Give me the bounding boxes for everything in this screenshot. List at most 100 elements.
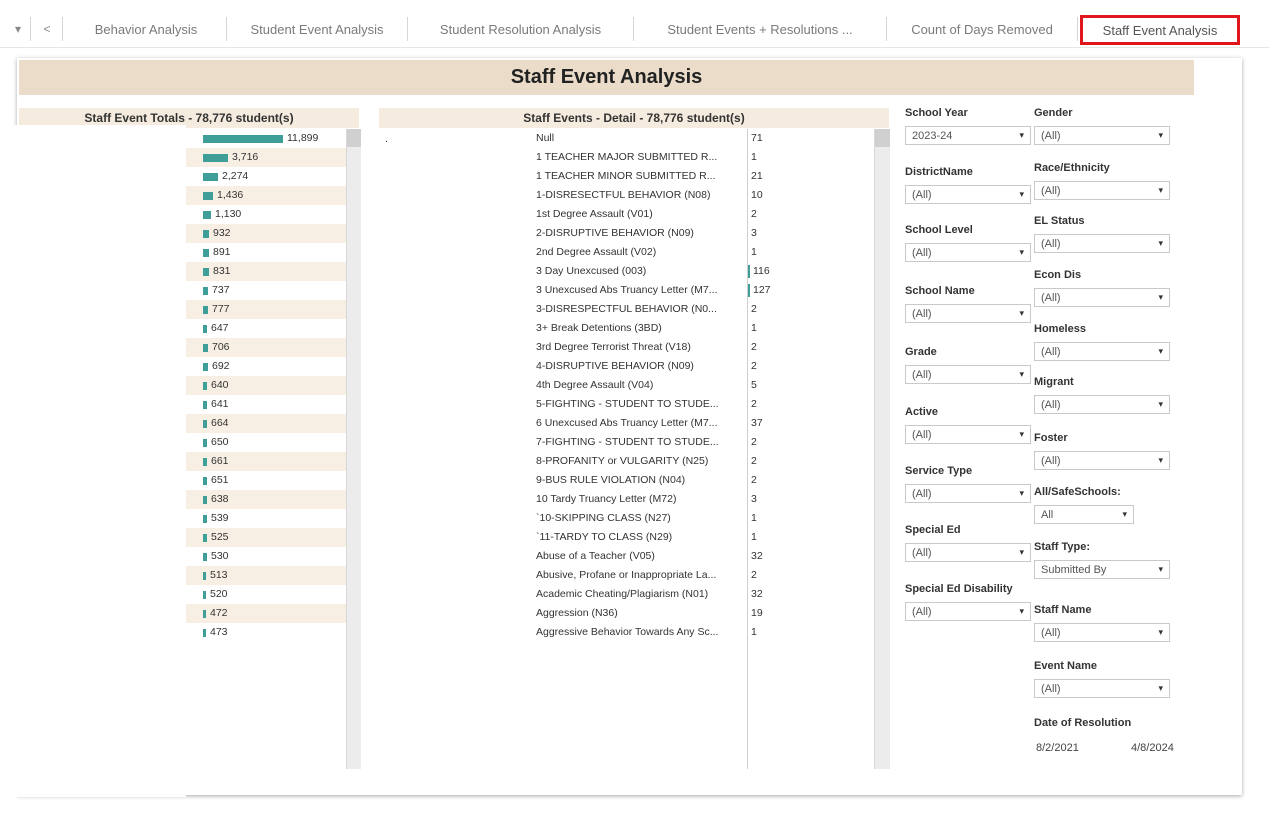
detail-row[interactable]: 4-DISRUPTIVE BEHAVIOR (N09) 2: [379, 357, 874, 376]
totals-scrollbar[interactable]: [346, 129, 361, 769]
detail-row[interactable]: 3rd Degree Terrorist Threat (V18) 2: [379, 338, 874, 357]
filters_left-filter-dropdown[interactable]: (All) ▾: [905, 484, 1031, 503]
detail-row[interactable]: 1 TEACHER MAJOR SUBMITTED R... 1: [379, 148, 874, 167]
totals-row[interactable]: 661: [186, 452, 346, 471]
filters_right-filter-dropdown[interactable]: (All) ▾: [1034, 679, 1170, 698]
filters_right-filter-dropdown[interactable]: (All) ▾: [1034, 126, 1170, 145]
detail-row[interactable]: Aggression (N36) 19: [379, 604, 874, 623]
detail-row[interactable]: `10-SKIPPING CLASS (N27) 1: [379, 509, 874, 528]
tab-menu-icon[interactable]: ▾: [6, 17, 31, 41]
filters_right-filter-dropdown[interactable]: (All) ▾: [1034, 623, 1170, 642]
detail-row[interactable]: Academic Cheating/Plagiarism (N01) 32: [379, 585, 874, 604]
detail-row[interactable]: 3-DISRESPECTFUL BEHAVIOR (N0... 2: [379, 300, 874, 319]
totals-bar[interactable]: [203, 496, 207, 504]
totals-row[interactable]: 932: [186, 224, 346, 243]
tab-behavior-analysis[interactable]: Behavior Analysis: [66, 17, 227, 41]
detail-scroll-thumb[interactable]: [875, 129, 890, 147]
filters_left-filter-dropdown[interactable]: (All) ▾: [905, 304, 1031, 323]
totals-row[interactable]: 638: [186, 490, 346, 509]
detail-row[interactable]: 6 Unexcused Abs Truancy Letter (M7... 37: [379, 414, 874, 433]
filters_left-filter-dropdown[interactable]: (All) ▾: [905, 602, 1031, 621]
totals-row[interactable]: 777: [186, 300, 346, 319]
filters_left-filter-dropdown[interactable]: (All) ▾: [905, 543, 1031, 562]
tab-staff-event-analysis[interactable]: Staff Event Analysis: [1080, 15, 1240, 45]
detail-row[interactable]: Abusive, Profane or Inappropriate La... 2: [379, 566, 874, 585]
totals-bar[interactable]: [203, 154, 228, 162]
totals-bar[interactable]: [203, 534, 207, 542]
totals-bar[interactable]: [203, 249, 209, 257]
totals-row[interactable]: 513: [186, 566, 346, 585]
detail-row[interactable]: 4th Degree Assault (V04) 5: [379, 376, 874, 395]
filters_right-filter-dropdown[interactable]: (All) ▾: [1034, 395, 1170, 414]
totals-bar[interactable]: [203, 382, 207, 390]
totals-bar[interactable]: [203, 610, 206, 618]
filters_left-filter-dropdown[interactable]: 2023-24 ▾: [905, 126, 1031, 145]
tab-back-icon[interactable]: <: [32, 17, 63, 41]
totals-bar[interactable]: [203, 572, 206, 580]
detail-row[interactable]: 1 TEACHER MINOR SUBMITTED R... 21: [379, 167, 874, 186]
detail-scrollbar[interactable]: [874, 129, 890, 769]
totals-row[interactable]: 641: [186, 395, 346, 414]
filters_right-filter-dropdown[interactable]: Submitted By ▾: [1034, 560, 1170, 579]
totals-row[interactable]: 472: [186, 604, 346, 623]
detail-row[interactable]: 8-PROFANITY or VULGARITY (N25) 2: [379, 452, 874, 471]
totals-bar[interactable]: [203, 515, 207, 523]
totals-bar[interactable]: [203, 401, 207, 409]
tab-student-events-resolutions[interactable]: Student Events + Resolutions ...: [634, 17, 887, 41]
detail-row[interactable]: Null 71: [379, 129, 874, 148]
filters_left-filter-dropdown[interactable]: (All) ▾: [905, 185, 1031, 204]
totals-row[interactable]: 2,274: [186, 167, 346, 186]
totals-row[interactable]: 3,716: [186, 148, 346, 167]
totals-row[interactable]: 737: [186, 281, 346, 300]
totals-row[interactable]: 891: [186, 243, 346, 262]
filters_right-filter-dropdown[interactable]: (All) ▾: [1034, 451, 1170, 470]
totals-row[interactable]: 831: [186, 262, 346, 281]
detail-row[interactable]: 9-BUS RULE VIOLATION (N04) 2: [379, 471, 874, 490]
filters_right-filter-dropdown[interactable]: (All) ▾: [1034, 342, 1170, 361]
totals-bar[interactable]: [203, 287, 208, 295]
totals-row[interactable]: 692: [186, 357, 346, 376]
totals-row[interactable]: 706: [186, 338, 346, 357]
filters_right-filter-dropdown[interactable]: (All) ▾: [1034, 288, 1170, 307]
totals-bar[interactable]: [203, 192, 213, 200]
detail-row[interactable]: 10 Tardy Truancy Letter (M72) 3: [379, 490, 874, 509]
totals-bar[interactable]: [203, 591, 206, 599]
totals-bar[interactable]: [203, 268, 209, 276]
totals-bar[interactable]: [203, 325, 207, 333]
totals-row[interactable]: 647: [186, 319, 346, 338]
totals-bar[interactable]: [203, 306, 208, 314]
totals-row[interactable]: 525: [186, 528, 346, 547]
tab-student-event-analysis[interactable]: Student Event Analysis: [227, 17, 408, 41]
detail-row[interactable]: 5-FIGHTING - STUDENT TO STUDE... 2: [379, 395, 874, 414]
totals-row[interactable]: 651: [186, 471, 346, 490]
totals-row[interactable]: 520: [186, 585, 346, 604]
tab-count-of-days-removed[interactable]: Count of Days Removed: [887, 17, 1078, 41]
totals-bar[interactable]: [203, 629, 206, 637]
detail-row[interactable]: 2-DISRUPTIVE BEHAVIOR (N09) 3: [379, 224, 874, 243]
detail-row[interactable]: 3 Day Unexcused (003) 116: [379, 262, 874, 281]
totals-row[interactable]: 539: [186, 509, 346, 528]
totals-bar[interactable]: [203, 211, 211, 219]
totals-bar[interactable]: [203, 230, 209, 238]
detail-row[interactable]: 2nd Degree Assault (V02) 1: [379, 243, 874, 262]
detail-row[interactable]: Abuse of a Teacher (V05) 32: [379, 547, 874, 566]
filters_left-filter-dropdown[interactable]: (All) ▾: [905, 425, 1031, 444]
totals-row[interactable]: 1,130: [186, 205, 346, 224]
detail-row[interactable]: 1-DISRESECTFUL BEHAVIOR (N08) 10: [379, 186, 874, 205]
totals-row[interactable]: 1,436: [186, 186, 346, 205]
totals-scroll-thumb[interactable]: [347, 129, 361, 147]
filters_right-filter-dropdown[interactable]: (All) ▾: [1034, 181, 1170, 200]
detail-row[interactable]: `11-TARDY TO CLASS (N29) 1: [379, 528, 874, 547]
totals-row[interactable]: 530: [186, 547, 346, 566]
detail-row[interactable]: 3 Unexcused Abs Truancy Letter (M7... 127: [379, 281, 874, 300]
filters_right-filter-dropdown[interactable]: (All) ▾: [1034, 234, 1170, 253]
totals-bar[interactable]: [203, 458, 207, 466]
totals-bar[interactable]: [203, 420, 207, 428]
totals-bar[interactable]: [203, 553, 207, 561]
detail-row[interactable]: 1st Degree Assault (V01) 2: [379, 205, 874, 224]
date-start-value[interactable]: 8/2/2021: [1036, 742, 1079, 754]
tab-student-resolution-analysis[interactable]: Student Resolution Analysis: [408, 17, 634, 41]
filters_right-filter-dropdown[interactable]: All ▾: [1034, 505, 1134, 524]
totals-bar[interactable]: [203, 439, 207, 447]
totals-bar[interactable]: [203, 344, 208, 352]
